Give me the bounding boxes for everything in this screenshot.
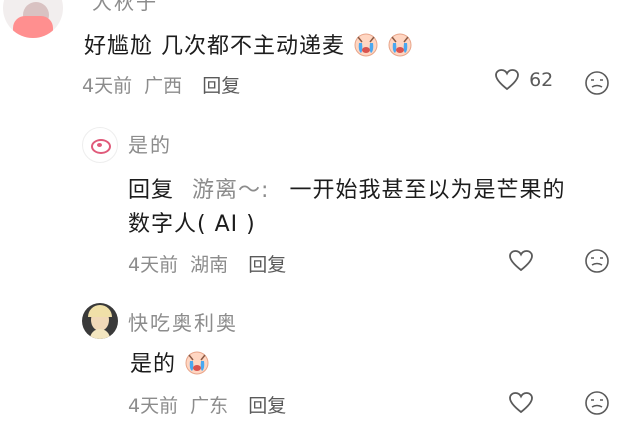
- reply-text-line2: 数字人( AI ): [128, 212, 256, 237]
- comment-username[interactable]: 大秋子: [92, 0, 158, 15]
- cry-emoji-icon: [388, 33, 412, 57]
- comment-avatar[interactable]: [3, 0, 63, 38]
- reply-username[interactable]: 是的: [128, 129, 172, 158]
- heart-icon[interactable]: [508, 249, 534, 273]
- reply-time: 4天前: [128, 395, 179, 417]
- comment-reply-button[interactable]: 回复: [202, 75, 240, 97]
- reply-text: 是的: [130, 346, 210, 378]
- reply-meta: 4天前 广东 回复: [128, 391, 286, 418]
- reply-text-content: 是的: [130, 352, 177, 377]
- comment-text-content: 好尴尬 几次都不主动递麦: [84, 34, 345, 59]
- reply-prefix: 回复: [128, 178, 175, 203]
- reply-to-user[interactable]: 游离～:: [192, 178, 269, 203]
- like-count: 62: [529, 69, 554, 91]
- cry-emoji-icon: [354, 33, 378, 57]
- dislike-emoji-icon[interactable]: [584, 390, 610, 416]
- reply-location: 广东: [190, 395, 229, 417]
- comment-like-button[interactable]: 62: [494, 68, 553, 98]
- cry-emoji-icon: [185, 351, 209, 375]
- reply-location: 湖南: [190, 254, 229, 276]
- reply-text-content: 一开始我甚至以为是芒果的: [289, 178, 566, 203]
- comment-time: 4天前: [82, 75, 133, 97]
- comment-location: 广西: [144, 75, 183, 97]
- dislike-emoji-icon[interactable]: [584, 70, 610, 96]
- reply-avatar[interactable]: [82, 303, 118, 339]
- reply-avatar[interactable]: [82, 127, 118, 163]
- dislike-emoji-icon[interactable]: [584, 248, 610, 274]
- heart-icon[interactable]: [508, 391, 534, 415]
- comment-text: 好尴尬 几次都不主动递麦: [84, 28, 413, 60]
- reply-reply-button[interactable]: 回复: [248, 254, 286, 276]
- reply-username[interactable]: 快吃奥利奥: [128, 307, 238, 336]
- reply-reply-button[interactable]: 回复: [248, 395, 286, 417]
- comment-meta: 4天前 广西 回复: [82, 71, 240, 98]
- reply-text-line1: 回复 游离～: 一开始我甚至以为是芒果的: [128, 172, 565, 204]
- heart-icon: [495, 69, 519, 91]
- reply-meta: 4天前 湖南 回复: [128, 250, 286, 277]
- reply-time: 4天前: [128, 254, 179, 276]
